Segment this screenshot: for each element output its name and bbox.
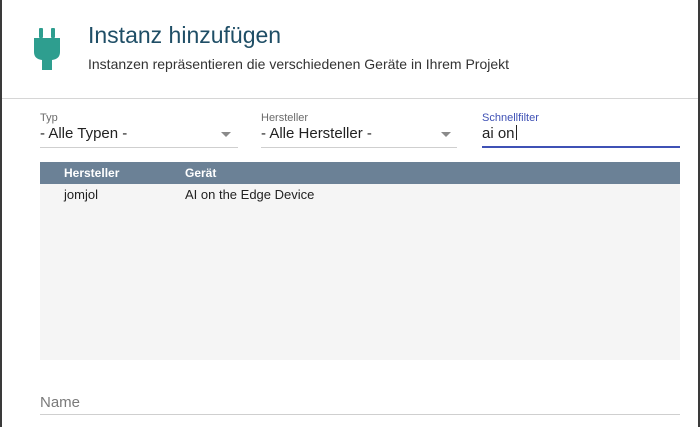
cell-manufacturer: jomjol [64, 187, 98, 202]
type-underline [40, 147, 238, 148]
quickfilter-text: ai on [482, 125, 515, 142]
chevron-down-icon[interactable] [221, 132, 231, 137]
name-placeholder: Name [40, 394, 81, 411]
dialog-title: Instanz hinzufügen [88, 22, 282, 48]
dialog-subtitle: Instanzen repräsentieren die verschieden… [88, 56, 510, 72]
table-header: Hersteller Gerät [40, 162, 680, 184]
column-header-manufacturer[interactable]: Hersteller [64, 166, 119, 180]
quickfilter-value[interactable]: ai on [482, 125, 517, 142]
type-select[interactable]: Typ - Alle Typen - [40, 112, 238, 152]
manufacturer-underline [261, 147, 457, 148]
dialog-header: Instanz hinzufügen Instanzen repräsentie… [2, 0, 698, 99]
device-table: Hersteller Gerät jomjol AI on the Edge D… [40, 162, 680, 360]
type-value: - Alle Typen - [40, 125, 128, 142]
chevron-down-icon[interactable] [441, 132, 451, 137]
plug-icon [34, 28, 60, 70]
manufacturer-label: Hersteller [261, 112, 309, 124]
quickfilter-label: Schnellfilter [482, 112, 539, 124]
quickfilter-input[interactable]: Schnellfilter ai on [482, 112, 680, 152]
manufacturer-select[interactable]: Hersteller - Alle Hersteller - [261, 112, 457, 152]
quickfilter-underline [482, 146, 680, 148]
text-cursor [515, 125, 517, 140]
type-label: Typ [40, 112, 58, 124]
manufacturer-value: - Alle Hersteller - [261, 125, 372, 142]
table-row[interactable]: jomjol AI on the Edge Device [40, 184, 680, 204]
name-underline [40, 414, 680, 415]
cell-device: AI on the Edge Device [185, 187, 315, 202]
name-input[interactable]: Name [40, 392, 680, 416]
column-header-device[interactable]: Gerät [185, 166, 216, 180]
